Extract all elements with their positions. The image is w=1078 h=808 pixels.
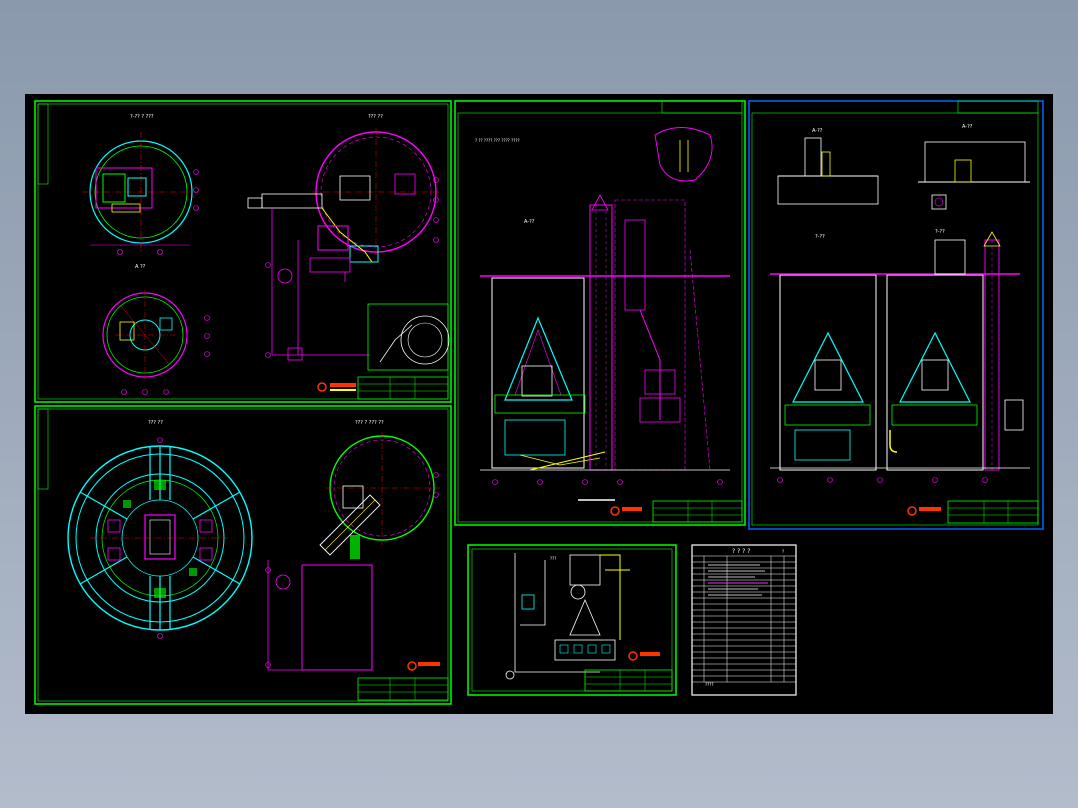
sheet-border xyxy=(34,100,452,403)
title-block xyxy=(584,651,673,692)
radial-floor-plan xyxy=(67,437,253,639)
sheet-border xyxy=(34,405,452,705)
title-block xyxy=(317,376,449,400)
cad-drawing[interactable]: ?-?? ? ??? ??? ?? A ?? ??? ?? ??? ? ??? … xyxy=(0,0,1078,808)
elevator-tower xyxy=(480,194,730,471)
sheet-top-left: ?-?? ? ??? ??? ?? A ?? xyxy=(34,100,452,403)
roof-view-right xyxy=(918,141,1030,210)
silo-section-left xyxy=(770,273,880,471)
view-c-title: ?-?? xyxy=(815,234,825,240)
cad-viewer: ?-?? ? ??? ??? ?? A ?? ??? ?? ??? ? ??? … xyxy=(0,0,1078,808)
silo-section xyxy=(480,275,730,469)
company-logo xyxy=(628,651,660,661)
view-b-title: A-?? xyxy=(962,124,973,130)
view-a-title: ??? ?? xyxy=(148,420,163,426)
diagram-title: ??? xyxy=(550,556,556,561)
list-grid xyxy=(692,555,796,683)
grid-markers xyxy=(492,479,723,485)
revision-strip xyxy=(661,100,743,114)
sheet-border xyxy=(454,100,746,526)
sheet-drawing-list: ? ? ? ? ? ???? xyxy=(691,544,797,696)
lower-plan-view xyxy=(102,290,210,395)
general-note: ? ?? ???? ??? ???? ???? xyxy=(475,138,520,143)
process-flow xyxy=(505,553,630,680)
side-stamp xyxy=(37,103,49,185)
sheet-bottom-left: ??? ?? ??? ? ??? ?? xyxy=(34,405,452,705)
list-header: ? ? ? ? xyxy=(732,548,750,555)
grid-markers xyxy=(777,477,988,483)
roof-view-left xyxy=(777,137,879,205)
sheet-border xyxy=(691,544,797,696)
view-a-title: ?-?? ? ??? xyxy=(130,114,154,120)
view-title: A-?? xyxy=(524,219,535,225)
silo-section-right xyxy=(880,231,1030,471)
detail-inset xyxy=(367,303,450,371)
title-block xyxy=(610,500,743,523)
company-logo xyxy=(407,661,440,671)
silo-plan-view xyxy=(82,132,200,255)
company-logo xyxy=(907,506,941,516)
key-plan xyxy=(654,127,713,182)
view-c-title: A ?? xyxy=(135,264,146,270)
view-a-title: A-?? xyxy=(812,128,823,134)
company-logo xyxy=(610,506,642,516)
sheet-section-right: A-?? A-?? ?-?? ?-?? xyxy=(748,100,1044,530)
list-footer: ???? xyxy=(705,682,714,687)
title-block xyxy=(907,500,1039,524)
sheet-section-center: ? ?? ???? ??? ???? ???? A-?? xyxy=(454,100,746,526)
view-b-title: ??? ? ??? ?? xyxy=(355,420,384,426)
view-b-title: ??? ?? xyxy=(368,114,383,120)
view-d-title: ?-?? xyxy=(935,229,945,235)
sheet-flow-diagram: ??? xyxy=(467,544,677,696)
conveyor-plan-view xyxy=(265,432,440,671)
list-count-label: ? xyxy=(782,549,784,554)
company-logo xyxy=(317,382,356,392)
